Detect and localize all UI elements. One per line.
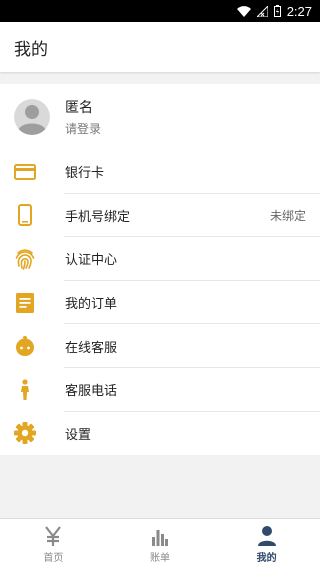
page-title: 我的 (0, 22, 320, 72)
profile-card[interactable]: 匿名 请登录 (0, 84, 320, 150)
tab-mine[interactable]: 我的 (213, 519, 320, 568)
menu-item-verification-center[interactable]: 认证中心 (0, 237, 320, 281)
status-bar: 2:27 (0, 0, 320, 22)
profile-name: 匿名 (65, 100, 93, 116)
menu-label: 手机号绑定 (65, 209, 131, 225)
login-prompt[interactable]: 请登录 (65, 120, 101, 137)
menu-item-settings[interactable]: 设置 (0, 412, 320, 456)
menu-item-online-service[interactable]: 在线客服 (0, 324, 320, 368)
menu-item-phone-binding[interactable]: 手机号绑定 未绑定 (0, 194, 320, 238)
status-time: 2:27 (286, 3, 312, 19)
person-icon (13, 378, 37, 402)
menu-list: 银行卡 手机号绑定 未绑定 认证中心 我的订单 在线客服 客服电话 设置 (0, 150, 320, 456)
menu-item-bank-card[interactable]: 银行卡 (0, 150, 320, 194)
menu-value: 未绑定 (269, 208, 306, 223)
menu-label: 我的订单 (65, 297, 118, 313)
phone-icon (13, 203, 37, 227)
spacer (0, 72, 320, 84)
gear-icon (13, 421, 37, 445)
battery-icon (273, 5, 281, 17)
tab-home[interactable]: 首页 (0, 519, 107, 568)
bar-chart-icon (152, 524, 168, 546)
yen-icon (45, 524, 62, 546)
tab-label: 我的 (256, 552, 277, 564)
bottom-tab-bar: 首页 账单 我的 (0, 518, 320, 568)
customer-service-icon (13, 334, 37, 358)
order-icon (13, 291, 37, 315)
wifi-icon (236, 5, 251, 17)
avatar (14, 99, 50, 135)
menu-item-my-orders[interactable]: 我的订单 (0, 281, 320, 325)
menu-item-service-phone[interactable]: 客服电话 (0, 368, 320, 412)
signal-icon (256, 5, 268, 17)
tab-label: 账单 (150, 552, 170, 564)
tab-bills[interactable]: 账单 (107, 519, 214, 568)
bank-card-icon (13, 160, 37, 184)
user-icon (257, 524, 276, 546)
menu-label: 在线客服 (65, 340, 118, 356)
tab-label: 首页 (43, 552, 64, 564)
menu-label: 设置 (65, 427, 92, 443)
menu-label: 客服电话 (65, 384, 118, 400)
fingerprint-icon (13, 247, 37, 271)
menu-label: 银行卡 (65, 166, 105, 182)
menu-label: 认证中心 (65, 253, 118, 269)
